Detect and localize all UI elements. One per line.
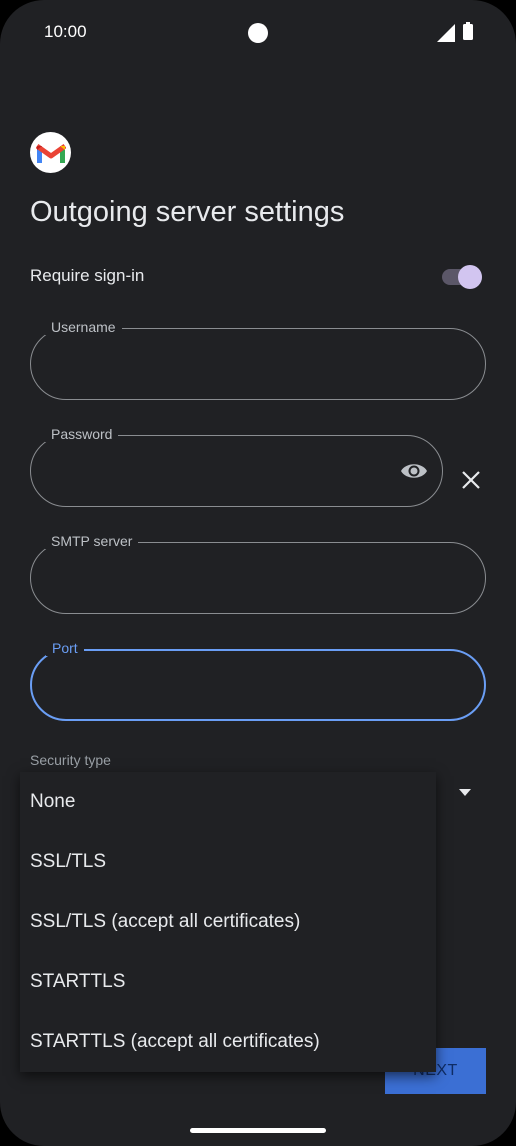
require-sign-in-label: Require sign-in	[30, 266, 145, 285]
gmail-icon	[35, 143, 66, 163]
smtp-server-label: SMTP server	[45, 533, 139, 549]
smtp-server-field[interactable]: SMTP server	[30, 533, 486, 614]
phone-screen: 10:00 Outgoing server settings Require s…	[0, 0, 516, 1146]
eye-icon[interactable]	[400, 460, 428, 482]
menu-item-ssl-tls-accept-all[interactable]: SSL/TLS (accept all certificates)	[30, 892, 300, 952]
status-time: 10:00	[44, 22, 87, 41]
status-bar: 10:00	[0, 0, 516, 64]
close-icon[interactable]	[458, 467, 484, 493]
home-indicator[interactable]	[190, 1128, 326, 1133]
port-label: Port	[46, 640, 84, 656]
toggle-thumb	[458, 265, 482, 289]
port-field[interactable]: Port	[30, 640, 486, 721]
require-sign-in-toggle[interactable]	[442, 265, 482, 289]
password-field[interactable]: Password	[30, 426, 443, 507]
username-label: Username	[45, 319, 122, 335]
username-field[interactable]: Username	[30, 319, 486, 400]
dropdown-arrow-icon[interactable]	[459, 789, 471, 796]
menu-item-starttls[interactable]: STARTTLS	[30, 952, 125, 1012]
camera-cutout	[248, 23, 268, 43]
menu-item-ssl-tls[interactable]: SSL/TLS	[30, 832, 106, 892]
menu-item-none[interactable]: None	[30, 772, 75, 832]
page-title: Outgoing server settings	[30, 196, 345, 228]
security-type-label: Security type	[30, 752, 111, 768]
gmail-logo	[30, 132, 71, 173]
password-label: Password	[45, 426, 119, 442]
security-type-dropdown-menu: None SSL/TLS SSL/TLS (accept all certifi…	[20, 772, 436, 1072]
battery-icon	[463, 22, 473, 40]
menu-item-starttls-accept-all[interactable]: STARTTLS (accept all certificates)	[30, 1012, 320, 1072]
signal-icon	[437, 24, 455, 42]
